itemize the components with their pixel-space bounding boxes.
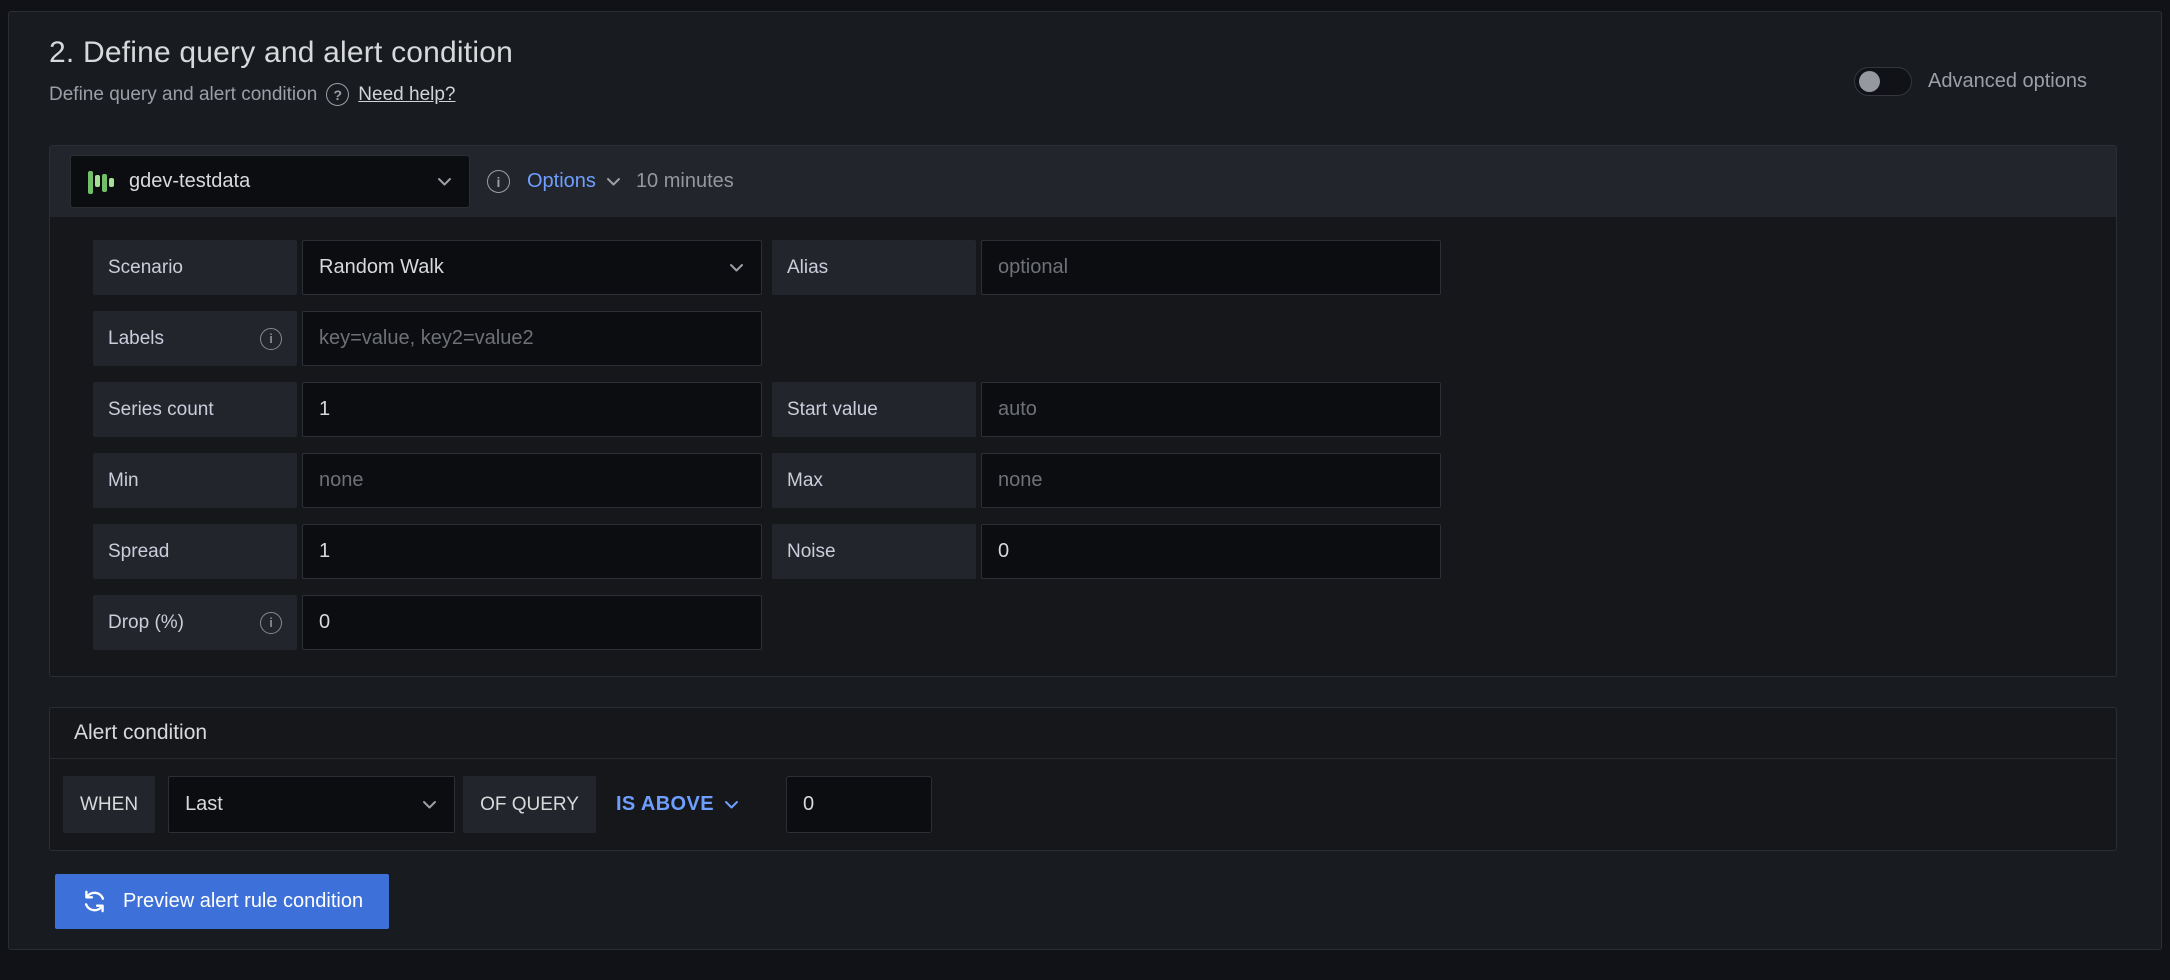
preview-alert-rule-button[interactable]: Preview alert rule condition	[55, 874, 389, 929]
when-label: WHEN	[63, 776, 155, 833]
advanced-options-toggle[interactable]	[1854, 67, 1912, 96]
alert-condition-card: Alert condition WHEN Last OF QUERY IS AB…	[49, 707, 2117, 851]
evaluator-value: IS ABOVE	[616, 793, 714, 816]
refresh-icon	[81, 888, 108, 915]
max-input[interactable]	[981, 453, 1441, 508]
query-editor-card: gdev-testdata i Options 10 minutes Scena…	[49, 145, 2117, 677]
datasource-picker[interactable]: gdev-testdata	[70, 155, 470, 208]
noise-input[interactable]	[981, 524, 1441, 579]
options-label: Options	[527, 170, 596, 193]
chevron-down-icon	[605, 173, 622, 190]
help-circle-icon: ?	[326, 83, 349, 106]
reducer-select[interactable]: Last	[168, 776, 455, 833]
labels-label: Labels i	[93, 311, 297, 366]
scenario-select[interactable]: Random Walk	[302, 240, 762, 295]
datasource-info-icon[interactable]: i	[487, 170, 510, 193]
page-title: 2. Define query and alert condition	[49, 34, 2117, 72]
reducer-value: Last	[185, 793, 223, 816]
query-editor-body: Scenario Random Walk Alias Labels i	[50, 217, 2116, 676]
subtitle-text: Define query and alert condition	[49, 84, 317, 106]
testdata-datasource-icon	[87, 166, 115, 198]
start-value-input[interactable]	[981, 382, 1441, 437]
series-count-input[interactable]	[302, 382, 762, 437]
spread-input[interactable]	[302, 524, 762, 579]
preview-button-label: Preview alert rule condition	[123, 890, 363, 913]
spread-label: Spread	[93, 524, 297, 579]
alias-label: Alias	[772, 240, 976, 295]
form-row-seriescount-startvalue: Series count Start value	[93, 382, 2096, 437]
drop-info-icon[interactable]: i	[260, 612, 282, 634]
series-count-label: Series count	[93, 382, 297, 437]
define-query-step-panel: 2. Define query and alert condition Defi…	[8, 11, 2162, 950]
alias-input[interactable]	[981, 240, 1441, 295]
time-range-label: 10 minutes	[636, 170, 734, 193]
alert-condition-row: WHEN Last OF QUERY IS ABOVE	[50, 759, 2116, 850]
max-label: Max	[772, 453, 976, 508]
scenario-label: Scenario	[93, 240, 297, 295]
start-value-label: Start value	[772, 382, 976, 437]
noise-label: Noise	[772, 524, 976, 579]
of-query-label: OF QUERY	[463, 776, 596, 833]
panel-subtitle: Define query and alert condition ? Need …	[49, 83, 2117, 106]
panel-header: 2. Define query and alert condition Defi…	[49, 34, 2117, 106]
form-row-drop: Drop (%) i	[93, 595, 2096, 650]
advanced-options-control: Advanced options	[1854, 67, 2087, 96]
form-row-scenario-alias: Scenario Random Walk Alias	[93, 240, 2096, 295]
form-row-spread-noise: Spread Noise	[93, 524, 2096, 579]
options-toggle[interactable]: Options	[527, 170, 622, 193]
chevron-down-icon	[436, 173, 453, 190]
evaluator-dropdown[interactable]: IS ABOVE	[616, 793, 740, 816]
need-help-link[interactable]: Need help?	[358, 84, 455, 106]
min-input[interactable]	[302, 453, 762, 508]
form-row-min-max: Min Max	[93, 453, 2096, 508]
advanced-options-label: Advanced options	[1928, 70, 2087, 93]
min-label: Min	[93, 453, 297, 508]
form-row-labels: Labels i	[93, 311, 2096, 366]
labels-input[interactable]	[302, 311, 762, 366]
query-editor-header: gdev-testdata i Options 10 minutes	[50, 146, 2116, 217]
drop-input[interactable]	[302, 595, 762, 650]
drop-label: Drop (%) i	[93, 595, 297, 650]
chevron-down-icon	[723, 796, 740, 813]
alert-condition-title: Alert condition	[50, 708, 2116, 759]
scenario-value: Random Walk	[319, 256, 444, 279]
toggle-knob	[1859, 71, 1880, 92]
datasource-name: gdev-testdata	[129, 170, 250, 193]
labels-info-icon[interactable]: i	[260, 328, 282, 350]
threshold-input[interactable]	[786, 776, 932, 833]
chevron-down-icon	[728, 259, 745, 276]
chevron-down-icon	[421, 796, 438, 813]
